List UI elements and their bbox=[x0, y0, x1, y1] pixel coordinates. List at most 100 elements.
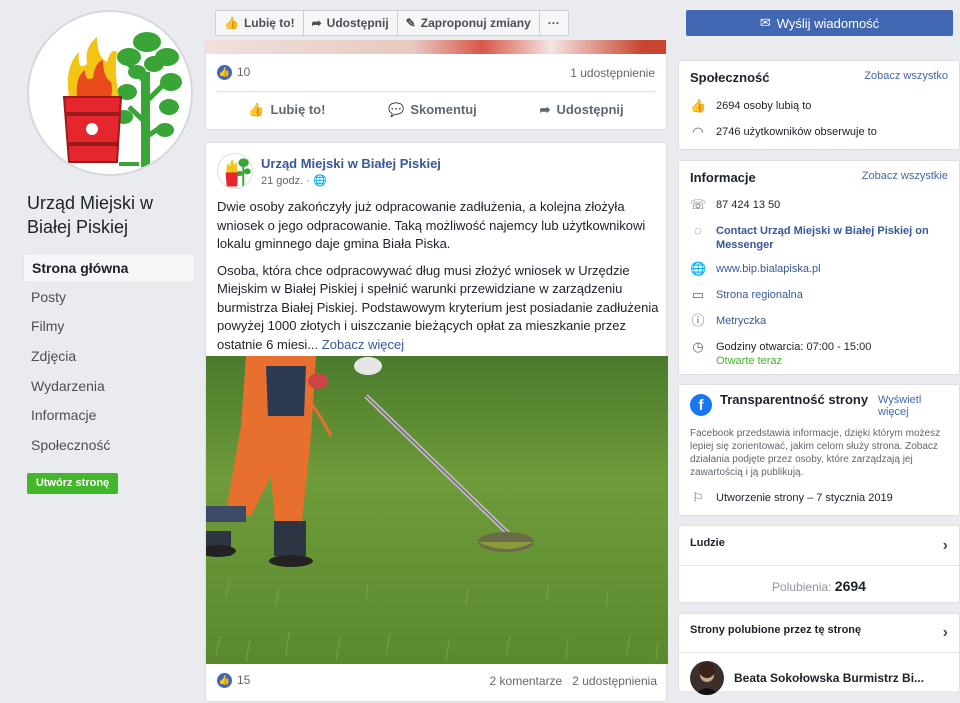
page-nav: Strona główna Posty Filmy Zdjęcia Wydarz… bbox=[23, 253, 195, 461]
info-category-link[interactable]: Strona regionalna bbox=[716, 288, 803, 302]
info-hours-block: Godziny otwarcia: 07:00 - 15:00 Otwarte … bbox=[716, 340, 871, 368]
photo-grass-trimmer bbox=[206, 356, 668, 664]
chevron-right-icon: › bbox=[942, 537, 948, 554]
nav-item-home[interactable]: Strona główna bbox=[23, 253, 195, 283]
see-more-link[interactable]: Zobacz więcej bbox=[322, 337, 404, 352]
info-open-now[interactable]: Otwarte teraz bbox=[716, 355, 782, 367]
nav-item-events[interactable]: Wydarzenia bbox=[23, 372, 195, 402]
like-page-button[interactable]: 👍 Lubię to! bbox=[215, 10, 304, 36]
info-card: Informacje Zobacz wszystkie ☏ 87 424 13 … bbox=[678, 160, 960, 375]
info-see-all-link[interactable]: Zobacz wszystkie bbox=[862, 170, 948, 185]
page-title: Urząd Miejski w Białej Piskiej bbox=[27, 193, 154, 237]
info-metric-link[interactable]: Metryczka bbox=[716, 314, 766, 328]
liked-pages-header[interactable]: Strony polubione przez tę stronę › bbox=[679, 614, 959, 642]
send-message-button[interactable]: ✉ Wyślij wiadomość bbox=[686, 10, 953, 36]
people-card: Ludzie › Polubienia: 2694 bbox=[678, 525, 960, 603]
like-action-label: Lubię to! bbox=[270, 102, 326, 117]
person-photo-icon bbox=[695, 662, 719, 695]
post-timestamp[interactable]: 21 godz. · 🌐 bbox=[261, 173, 441, 189]
nav-item-photos[interactable]: Zdjęcia bbox=[23, 342, 195, 372]
liked-page-item[interactable]: Beata Sokołowska Burmistrz Bi... bbox=[679, 652, 959, 703]
comment-bubble-icon: 💬 bbox=[388, 101, 405, 117]
info-phone[interactable]: 87 424 13 50 bbox=[716, 198, 780, 212]
transparency-description: Facebook przedstawia informacje, dzięki … bbox=[690, 428, 941, 478]
nav-item-posts[interactable]: Posty bbox=[23, 283, 195, 313]
post-paragraph-2: Osoba, która chce odpracowywać dług musi… bbox=[217, 262, 659, 355]
people-header[interactable]: Ludzie › bbox=[679, 526, 959, 555]
nav-item-videos[interactable]: Filmy bbox=[23, 312, 195, 342]
info-metric-row: ⓘ Metryczka bbox=[679, 314, 959, 328]
info-title: Informacje bbox=[690, 170, 756, 185]
send-message-label: Wyślij wiadomość bbox=[776, 15, 880, 31]
post-likes-count[interactable]: 👍 15 bbox=[217, 673, 251, 689]
post-card: Urząd Miejski w Białej Piskiej 21 godz. … bbox=[205, 142, 668, 702]
community-followers-row: ◠ 2746 użytkowników obserwuje to bbox=[679, 125, 959, 139]
likes-count-value: 10 bbox=[237, 64, 251, 79]
previous-post-counts: 👍 10 1 udostępnienie bbox=[206, 54, 666, 91]
post-shares-count[interactable]: 2 udostępnienia bbox=[572, 674, 657, 688]
flag-icon: ⚐ bbox=[692, 490, 704, 505]
page-avatar[interactable] bbox=[27, 10, 193, 176]
chevron-right-icon: › bbox=[942, 624, 948, 641]
previous-post-footer: 👍 10 1 udostępnienie 👍 Lubię to! 💬 Skomentu… bbox=[205, 40, 667, 130]
post-comments-count[interactable]: 2 komentarze bbox=[490, 674, 563, 688]
community-followers-text: 2746 użytkowników obserwuje to bbox=[716, 126, 877, 138]
share-action-button[interactable]: ➦ Udostępnij bbox=[540, 102, 624, 118]
previous-post-image-strip bbox=[206, 40, 666, 54]
transparency-card: f Transparentność strony Wyświetl więcej… bbox=[678, 384, 960, 516]
info-circle-icon: ⓘ bbox=[691, 313, 705, 328]
info-messenger-link[interactable]: Contact Urząd Miejski w Białej Piskiej o… bbox=[716, 224, 948, 252]
post-count-row: 👍 15 2 komentarze 2 udostępnienia bbox=[206, 673, 668, 689]
transparency-see-more-link[interactable]: Wyświetl więcej bbox=[878, 394, 938, 418]
post-author-avatar[interactable] bbox=[217, 153, 253, 189]
nav-item-community[interactable]: Społeczność bbox=[23, 431, 195, 461]
like-action-button[interactable]: 👍 Lubię to! bbox=[248, 102, 325, 118]
messenger-icon: ◌ bbox=[694, 223, 702, 238]
info-category-row: ▭ Strona regionalna bbox=[679, 288, 959, 302]
more-button[interactable]: ··· bbox=[538, 10, 569, 36]
community-likes-row: 👍 2694 osoby lubią to bbox=[679, 99, 959, 113]
phone-icon: ☏ bbox=[690, 197, 707, 212]
post-time-label: 21 godz. · bbox=[261, 175, 310, 187]
comment-action-button[interactable]: 💬 Skomentuj bbox=[388, 102, 477, 118]
info-hours-row: ◷ Godziny otwarcia: 07:00 - 15:00 Otwart… bbox=[679, 340, 959, 368]
thumbs-up-outline-icon: 👍 bbox=[248, 101, 265, 117]
suggest-edits-button[interactable]: ✎ Zaproponuj zmiany bbox=[396, 10, 540, 36]
post-body: Dwie osoby zakończyły już odpracowanie z… bbox=[217, 198, 659, 362]
coat-of-arms-logo-small bbox=[225, 158, 251, 188]
community-see-all-link[interactable]: Zobacz wszystko bbox=[864, 70, 948, 85]
info-website-row: 🌐 www.bip.bialapiska.pl bbox=[679, 262, 959, 276]
post-author-name[interactable]: Urząd Miejski w Białej Piskiej bbox=[261, 155, 441, 173]
transparency-header: f Transparentność strony Wyświetl więcej bbox=[679, 385, 959, 418]
more-dots-icon: ··· bbox=[547, 16, 560, 30]
people-likes-label: Polubienia: bbox=[772, 580, 832, 594]
community-card: Społeczność Zobacz wszystko 👍 2694 osoby… bbox=[678, 60, 960, 150]
post-paragraph-2-text: Osoba, która chce odpracowywać dług musi… bbox=[217, 262, 659, 352]
thumbs-up-icon: 👍 bbox=[224, 16, 239, 30]
likes-count[interactable]: 👍 10 bbox=[217, 64, 251, 81]
post-photo-lawn-trimming[interactable] bbox=[206, 356, 668, 664]
transparency-created: Utworzenie strony – 7 stycznia 2019 bbox=[716, 492, 893, 504]
people-likes-value: 2694 bbox=[834, 578, 866, 594]
messenger-icon: ✉ bbox=[759, 15, 771, 30]
info-website-link[interactable]: www.bip.bialapiska.pl bbox=[716, 262, 821, 276]
suggest-edits-label: Zaproponuj zmiany bbox=[420, 16, 531, 30]
create-page-button[interactable]: Utwórz stronę bbox=[27, 473, 118, 494]
liked-pages-card: Strony polubione przez tę stronę › Beata… bbox=[678, 613, 960, 695]
community-title: Społeczność bbox=[690, 70, 770, 85]
transparency-created-row: ⚐ Utworzenie strony – 7 stycznia 2019 bbox=[679, 491, 959, 505]
rss-follow-icon: ◠ bbox=[692, 124, 704, 139]
post-likes-value: 15 bbox=[237, 673, 251, 687]
info-header: Informacje Zobacz wszystkie bbox=[679, 161, 959, 185]
shares-count[interactable]: 1 udostępnienie bbox=[570, 66, 655, 80]
thumbs-up-icon: 👍 bbox=[690, 98, 707, 113]
liked-pages-title: Strony polubione przez tę stronę bbox=[690, 624, 862, 636]
coat-of-arms-logo bbox=[62, 32, 182, 167]
community-header: Społeczność Zobacz wszystko bbox=[679, 61, 959, 85]
nav-item-about[interactable]: Informacje bbox=[23, 401, 195, 431]
clock-icon: ◷ bbox=[692, 339, 704, 354]
like-reaction-icon: 👍 bbox=[217, 673, 232, 689]
share-page-button[interactable]: ➦ Udostępnij bbox=[302, 10, 398, 36]
post-counts: 👍 15 2 komentarze 2 udostępnienia bbox=[206, 673, 668, 689]
facebook-logo-icon: f bbox=[690, 394, 712, 416]
